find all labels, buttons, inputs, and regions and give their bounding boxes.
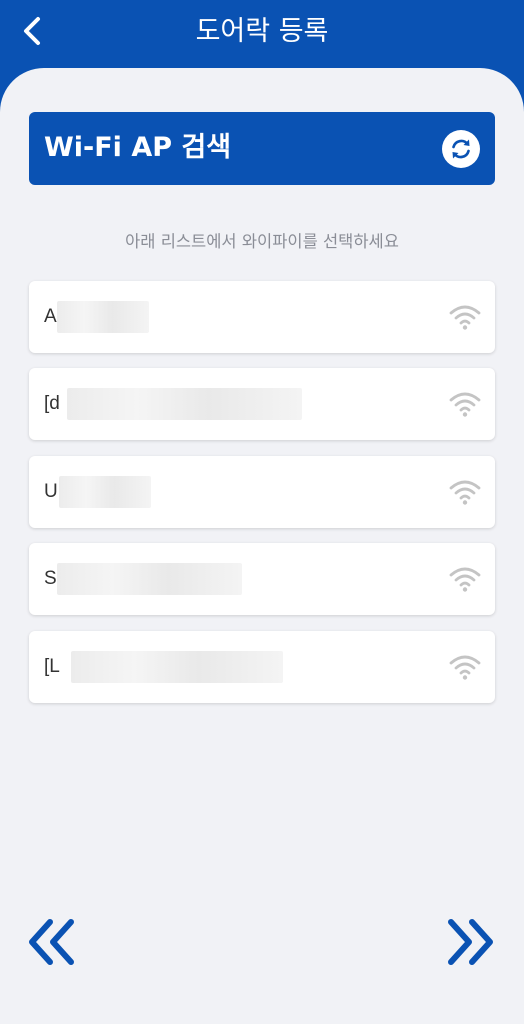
redacted-ssid: [59, 476, 151, 508]
redacted-ssid: [57, 301, 149, 333]
wifi-signal-icon: [449, 392, 481, 417]
instruction-text: 아래 리스트에서 와이파이를 선택하세요: [125, 232, 399, 251]
wifi-search-bar[interactable]: Wi-Fi AP 검색: [29, 112, 495, 185]
wifi-list-item[interactable]: [d: [29, 368, 495, 440]
app-screen: 도어락 등록 Wi-Fi AP 검색 아래 리스트에서 와이파이를 선택하세요 …: [0, 0, 524, 1024]
redacted-ssid: [57, 563, 242, 595]
next-button[interactable]: [442, 914, 498, 970]
wifi-list-item[interactable]: U: [29, 456, 495, 528]
wifi-name: U: [44, 481, 58, 502]
page-title: 도어락 등록: [195, 16, 329, 47]
wifi-signal-icon: [449, 567, 481, 592]
wifi-list-item[interactable]: [L: [29, 631, 495, 703]
redacted-ssid: [67, 388, 302, 420]
wifi-signal-icon: [449, 655, 481, 680]
redacted-ssid: [71, 651, 283, 683]
wifi-list-item[interactable]: A: [29, 281, 495, 353]
refresh-icon: [452, 139, 470, 159]
wifi-signal-icon: [449, 480, 481, 505]
wifi-list-item[interactable]: S: [29, 543, 495, 615]
wifi-name: [d: [44, 393, 60, 414]
double-chevron-right-icon: [448, 919, 493, 965]
wifi-name: [L: [44, 656, 60, 677]
header-bar: 도어락 등록: [0, 0, 524, 70]
refresh-button[interactable]: [442, 130, 480, 168]
wifi-search-label: Wi-Fi AP 검색: [44, 132, 232, 163]
wifi-signal-icon: [449, 305, 481, 330]
previous-button[interactable]: [24, 914, 80, 970]
wifi-name: S: [44, 568, 57, 589]
wifi-name: A: [44, 306, 57, 327]
double-chevron-left-icon: [29, 919, 74, 965]
